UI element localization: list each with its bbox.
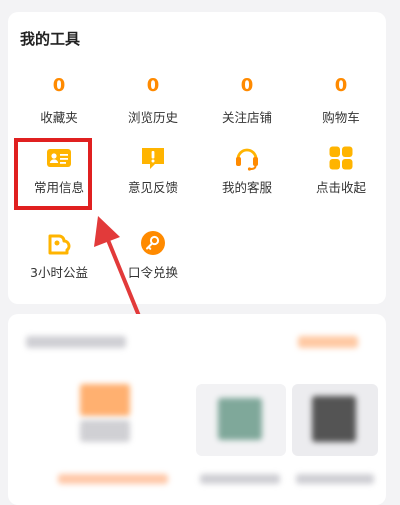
- blurred-link: [298, 336, 358, 348]
- blurred-item[interactable]: [292, 384, 382, 494]
- recommendation-card: [8, 314, 386, 505]
- blurred-item[interactable]: [58, 384, 178, 494]
- blurred-item[interactable]: [196, 384, 286, 494]
- blurred-heading: [26, 336, 126, 348]
